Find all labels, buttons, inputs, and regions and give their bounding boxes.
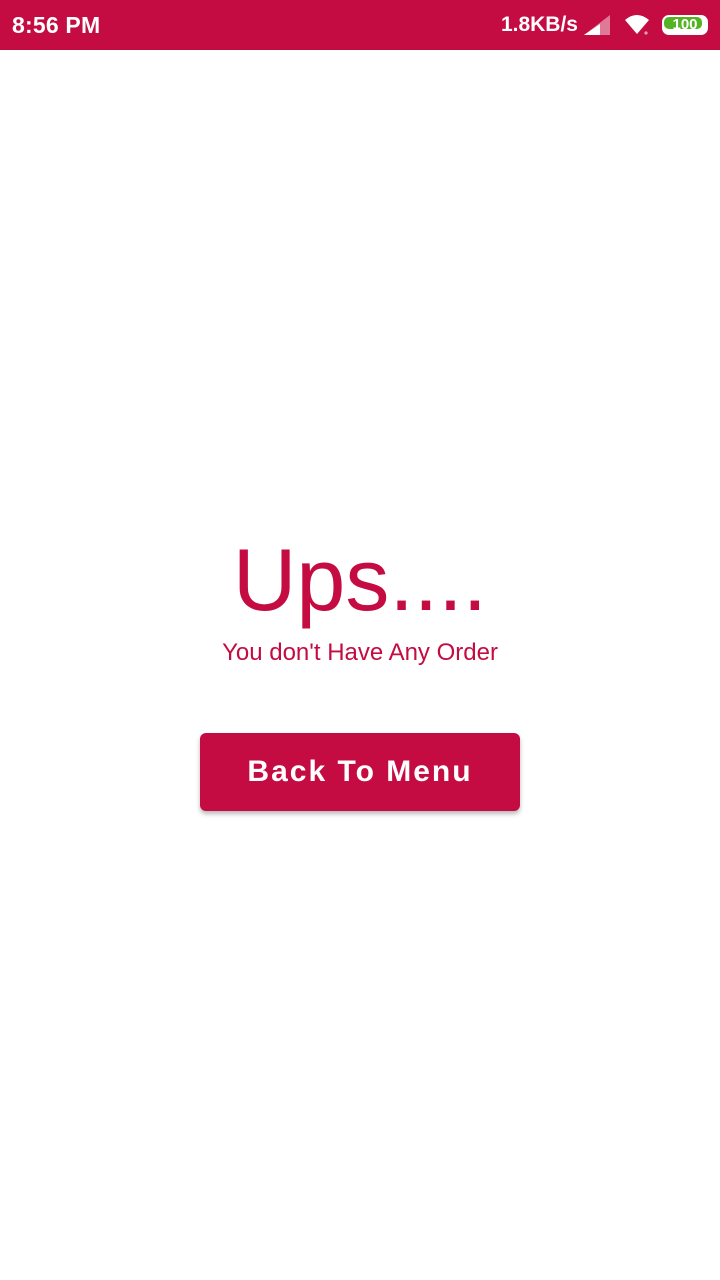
status-indicators: 1.8KB/s 100 bbox=[501, 10, 708, 40]
battery-level: 100 bbox=[672, 16, 698, 33]
empty-state: Ups.... You don't Have Any Order bbox=[0, 530, 720, 668]
network-speed: 1.8KB/s bbox=[500, 13, 578, 36]
battery-icon: 100 bbox=[662, 15, 708, 35]
back-to-menu-button[interactable]: Back To Menu bbox=[200, 733, 520, 811]
empty-state-message: You don't Have Any Order bbox=[222, 639, 498, 666]
status-time: 8:56 PM bbox=[12, 12, 101, 38]
signal-icon bbox=[584, 15, 610, 35]
status-bar: 8:56 PM 1.8KB/s 100 bbox=[0, 0, 720, 50]
wifi-icon bbox=[624, 14, 650, 36]
empty-state-headline: Ups.... bbox=[232, 530, 488, 629]
orders-empty-screen: 8:56 PM 1.8KB/s 100 Ups.... You don't Ha… bbox=[0, 0, 720, 1280]
